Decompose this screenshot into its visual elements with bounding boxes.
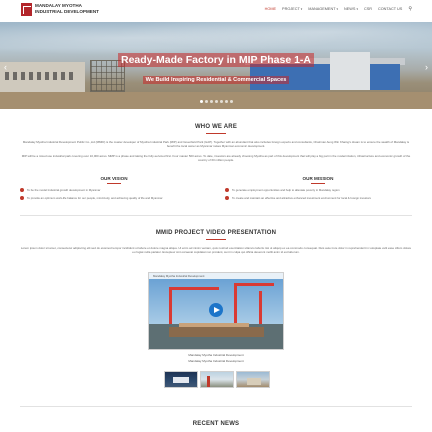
- our-vision-title: OUR VISION: [100, 176, 128, 181]
- vision-underline: [107, 183, 121, 184]
- mission-item-text: To generate employment opportunities and…: [232, 188, 340, 192]
- chevron-right-icon[interactable]: ›: [425, 62, 428, 72]
- video-player[interactable]: Mandalay Myotha Industrial Development: [148, 272, 284, 350]
- nav-contact-us[interactable]: CONTACT US: [378, 7, 402, 11]
- section-divider: [20, 406, 412, 407]
- vision-item: To be the model Industrial growth develo…: [20, 188, 210, 192]
- title-underline: [206, 239, 226, 240]
- video-caption-2: Mandalay Myotha Industrial Development: [188, 359, 244, 363]
- slider-dot[interactable]: [214, 100, 218, 103]
- who-we-are-text-2: MIP will be a mixed use industrial park …: [21, 154, 411, 163]
- chevron-down-icon: ▾: [356, 7, 358, 11]
- slider-dots: [0, 100, 432, 103]
- nav-home-label: HOME: [264, 7, 277, 11]
- mission-item: To create and maintain an effective and …: [225, 196, 415, 200]
- crane-tower: [234, 283, 237, 327]
- bullet-icon: [225, 188, 229, 192]
- hero-slider: Ready-Made Factory in MIP Phase 1-A We B…: [0, 22, 432, 109]
- video-thumbnail[interactable]: [236, 371, 270, 388]
- video-title: Mandalay Myotha Industrial Development: [153, 274, 205, 278]
- who-we-are-text-1: Mandalay Myotha Industrial Development P…: [22, 140, 410, 149]
- video-caption-1: Mandalay Myotha Industrial Development: [188, 353, 244, 357]
- who-we-are-title: WHO WE ARE: [194, 124, 238, 130]
- title-underline: [206, 133, 226, 134]
- recent-news-title: RECENT NEWS: [192, 421, 240, 427]
- chevron-left-icon[interactable]: ‹: [4, 62, 7, 72]
- nav-project-label: PROJECT: [282, 7, 300, 11]
- nav-contact-label: CONTACT US: [377, 7, 403, 11]
- crane-tower: [259, 291, 262, 327]
- vision-item-text: To provide an optimum work-life balance …: [27, 196, 163, 200]
- chevron-down-icon: ▾: [300, 7, 303, 11]
- video-title-bar: Mandalay Myotha Industrial Development: [149, 273, 283, 279]
- nav-csr-label: CSR: [363, 7, 372, 11]
- nav-home[interactable]: HOME: [265, 7, 276, 11]
- hero-subtitle-text: We Build Inspiring Residential & Commerc…: [142, 76, 290, 84]
- slider-dot[interactable]: [229, 100, 233, 103]
- hero-title-text: Ready-Made Factory in MIP Phase 1-A: [117, 53, 315, 67]
- video-section-title: MMID PROJECT VIDEO PRESENTATION: [155, 230, 277, 236]
- mission-item: To generate employment opportunities and…: [225, 188, 415, 192]
- logo-text[interactable]: MANDALAY MYOTHA INDUSTRIAL DEVELOPMENT: [35, 3, 105, 14]
- slider-dot[interactable]: [204, 100, 208, 103]
- nav-news[interactable]: NEWS▾: [344, 7, 358, 11]
- mission-underline: [311, 183, 325, 184]
- video-thumbnail[interactable]: [164, 371, 198, 388]
- slider-dot[interactable]: [224, 100, 228, 103]
- vision-item: To provide an optimum work-life balance …: [20, 196, 210, 200]
- bullet-icon: [225, 196, 229, 200]
- chevron-down-icon: ▾: [336, 7, 339, 11]
- slider-dot[interactable]: [199, 100, 203, 103]
- bullet-icon: [20, 196, 24, 200]
- our-mission-title: OUR MISSION: [302, 176, 334, 181]
- bullet-icon: [20, 188, 24, 192]
- play-icon[interactable]: [209, 303, 223, 317]
- logo-icon[interactable]: [21, 3, 32, 16]
- video-section-text: Lorem ipsum dolor sit amet, consectetur …: [20, 246, 412, 255]
- nav-management-label: MANAGEMENT: [308, 7, 336, 11]
- logo-line-2: INDUSTRIAL DEVELOPMENT: [35, 8, 99, 14]
- mission-item-text: To create and maintain an effective and …: [232, 196, 371, 200]
- barge: [169, 327, 264, 337]
- vision-item-text: To be the model Industrial growth develo…: [27, 188, 101, 192]
- nav-news-label: NEWS: [344, 7, 356, 11]
- hero-title: Ready-Made Factory in MIP Phase 1-A: [0, 50, 432, 68]
- crane-boom: [169, 287, 219, 290]
- site-header: MANDALAY MYOTHA INDUSTRIAL DEVELOPMENT H…: [0, 0, 432, 22]
- main-nav: HOME PROJECT▾ MANAGEMENT▾ NEWS▾ CSR CONT…: [265, 6, 412, 12]
- nav-project[interactable]: PROJECT▾: [282, 7, 302, 11]
- video-thumbnail[interactable]: [200, 371, 234, 388]
- nav-management[interactable]: MANAGEMENT▾: [308, 7, 338, 11]
- slider-dot[interactable]: [219, 100, 223, 103]
- nav-csr[interactable]: CSR: [364, 7, 372, 11]
- crane-boom: [234, 283, 274, 286]
- crane-tower: [169, 287, 172, 327]
- search-icon[interactable]: ⚲: [408, 6, 412, 12]
- section-divider: [20, 215, 412, 216]
- hero-subtitle: We Build Inspiring Residential & Commerc…: [0, 68, 432, 86]
- slider-dot[interactable]: [209, 100, 213, 103]
